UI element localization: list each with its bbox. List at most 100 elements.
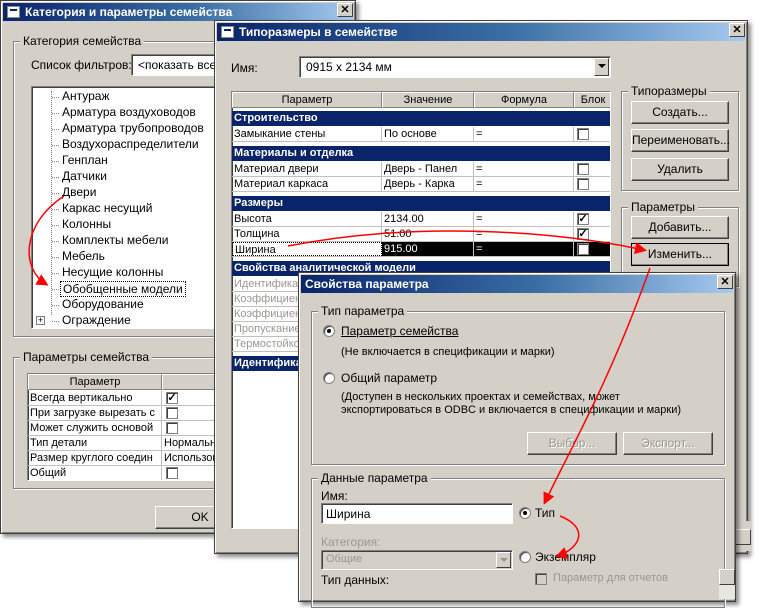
param-value-cell[interactable]: 915.00: [382, 242, 474, 256]
window-icon: [7, 6, 20, 18]
rename-type-button[interactable]: Переименовать...: [631, 129, 730, 152]
tree-connector: [52, 225, 59, 226]
param-formula-cell[interactable]: =: [474, 162, 574, 176]
tree-item[interactable]: Антураж: [60, 89, 112, 105]
delete-type-button[interactable]: Удалить: [631, 158, 729, 181]
family-category-titlebar[interactable]: Категория и параметры семейства: [3, 3, 353, 21]
lock-checkbox[interactable]: ✓: [577, 213, 589, 225]
table-row[interactable]: Замыкание стены По основе =: [232, 127, 610, 142]
param-formula-cell[interactable]: =: [474, 177, 574, 191]
tree-item[interactable]: Несущие колонны: [60, 265, 165, 281]
close-icon[interactable]: ✕: [717, 275, 733, 289]
add-param-button[interactable]: Добавить...: [631, 216, 729, 239]
shared-param-radio[interactable]: [323, 372, 335, 384]
family-param-radio[interactable]: [323, 325, 335, 337]
param-checkbox[interactable]: [166, 407, 178, 419]
param-formula-cell[interactable]: =: [474, 242, 574, 256]
tree-item[interactable]: Колонны: [60, 217, 113, 233]
chevron-down-icon[interactable]: [594, 58, 609, 76]
dialog-scrollbar[interactable]: [735, 521, 751, 551]
close-icon[interactable]: ✕: [729, 23, 745, 37]
create-type-button[interactable]: Создать...: [631, 101, 729, 124]
tree-item[interactable]: Двери: [60, 185, 98, 201]
report-param-checkbox[interactable]: [535, 573, 547, 585]
param-value-cell[interactable]: 51.00: [382, 227, 474, 241]
report-param-label[interactable]: Параметр для отчетов: [553, 572, 668, 584]
table-row[interactable]: Толщина 51.00 = ✓: [232, 227, 610, 242]
param-group-header[interactable]: Строительство: [232, 111, 610, 126]
param-formula-cell[interactable]: =: [474, 227, 574, 241]
instance-radio[interactable]: [519, 551, 531, 563]
close-icon[interactable]: ✕: [337, 3, 353, 17]
lock-checkbox[interactable]: ✓: [577, 243, 589, 255]
lock-checkbox[interactable]: ✓: [577, 228, 589, 240]
param-value-cell[interactable]: Дверь - Панел: [382, 162, 474, 176]
type-radio-label[interactable]: Тип: [535, 506, 555, 520]
chevron-down-icon[interactable]: [496, 552, 511, 568]
scroll-down-icon[interactable]: [735, 529, 751, 545]
tree-item[interactable]: Воздухораспределители: [60, 137, 201, 153]
param-name-input[interactable]: Ширина: [321, 503, 513, 524]
col-header-value: Значение: [382, 92, 474, 108]
param-lock-cell[interactable]: [574, 162, 610, 176]
tree-item[interactable]: Ограждение: [60, 313, 133, 328]
param-checkbox[interactable]: [166, 467, 178, 479]
table-row[interactable]: Материал каркаса Дверь - Карка =: [232, 177, 610, 192]
param-name-cell[interactable]: Материал каркаса: [232, 177, 382, 191]
param-checkbox[interactable]: [166, 422, 178, 434]
param-lock-cell[interactable]: [574, 177, 610, 191]
tree-connector: [52, 177, 59, 178]
param-name-cell[interactable]: Замыкание стены: [232, 127, 382, 141]
table-row[interactable]: Высота 2134.00 = ✓: [232, 212, 610, 227]
tree-item[interactable]: Обобщенные модели: [60, 281, 186, 297]
scroll-down-icon[interactable]: [719, 569, 735, 585]
param-name-cell[interactable]: Ширина: [232, 242, 382, 256]
tree-connector: [52, 209, 59, 210]
export-button[interactable]: Экспорт...: [623, 432, 713, 455]
tree-item[interactable]: Мебель: [60, 249, 107, 265]
tree-item[interactable]: Датчики: [60, 169, 109, 185]
param-value-cell[interactable]: 2134.00: [382, 212, 474, 226]
filter-label: Список фильтров:: [31, 58, 132, 72]
param-name-cell[interactable]: Толщина: [232, 227, 382, 241]
tree-item[interactable]: Арматура трубопроводов: [60, 121, 206, 137]
param-group-header[interactable]: Размеры: [232, 196, 610, 211]
instance-radio-label[interactable]: Экземпляр: [535, 550, 596, 564]
type-radio[interactable]: [519, 507, 531, 519]
tree-item[interactable]: Арматура воздуховодов: [60, 105, 198, 121]
modify-param-button[interactable]: Изменить...: [631, 243, 729, 266]
table-row[interactable]: Ширина 915.00 = ✓: [232, 242, 610, 257]
category-combo[interactable]: Общие: [321, 550, 513, 570]
dialog-scrollbar[interactable]: [719, 569, 735, 599]
col-header-lock: Блок: [574, 92, 610, 108]
param-formula-cell[interactable]: =: [474, 212, 574, 226]
param-lock-cell[interactable]: ✓: [574, 212, 610, 226]
param-lock-cell[interactable]: ✓: [574, 227, 610, 241]
param-lock-cell[interactable]: ✓: [574, 242, 610, 256]
lock-checkbox[interactable]: [577, 128, 589, 140]
param-value-cell[interactable]: Дверь - Карка: [382, 177, 474, 191]
family-types-titlebar[interactable]: Типоразмеры в семействе: [217, 23, 745, 41]
tree-item[interactable]: Комплекты мебели: [60, 233, 170, 249]
type-name-combo[interactable]: 0915 x 2134 мм: [299, 56, 611, 78]
family-param-label[interactable]: Параметр семейства: [341, 324, 458, 338]
tree-connector: [52, 305, 59, 306]
types-group-label: Типоразмеры: [628, 84, 710, 98]
param-name-cell[interactable]: Высота: [232, 212, 382, 226]
param-checkbox[interactable]: ✓: [166, 392, 178, 404]
param-props-titlebar[interactable]: Свойства параметра: [301, 275, 733, 293]
select-button[interactable]: Выбор...: [527, 432, 617, 455]
param-lock-cell[interactable]: [574, 127, 610, 141]
param-formula-cell[interactable]: =: [474, 127, 574, 141]
shared-param-label[interactable]: Общий параметр: [341, 371, 437, 385]
expand-plus-icon[interactable]: +: [36, 316, 45, 325]
tree-item[interactable]: Оборудование: [60, 297, 146, 313]
param-group-header[interactable]: Материалы и отделка: [232, 146, 610, 161]
table-row[interactable]: Материал двери Дверь - Панел =: [232, 162, 610, 177]
tree-item[interactable]: Генплан: [60, 153, 110, 169]
tree-item[interactable]: Каркас несущий: [60, 201, 154, 217]
param-name-cell[interactable]: Материал двери: [232, 162, 382, 176]
lock-checkbox[interactable]: [577, 178, 589, 190]
param-value-cell[interactable]: По основе: [382, 127, 474, 141]
lock-checkbox[interactable]: [577, 163, 589, 175]
